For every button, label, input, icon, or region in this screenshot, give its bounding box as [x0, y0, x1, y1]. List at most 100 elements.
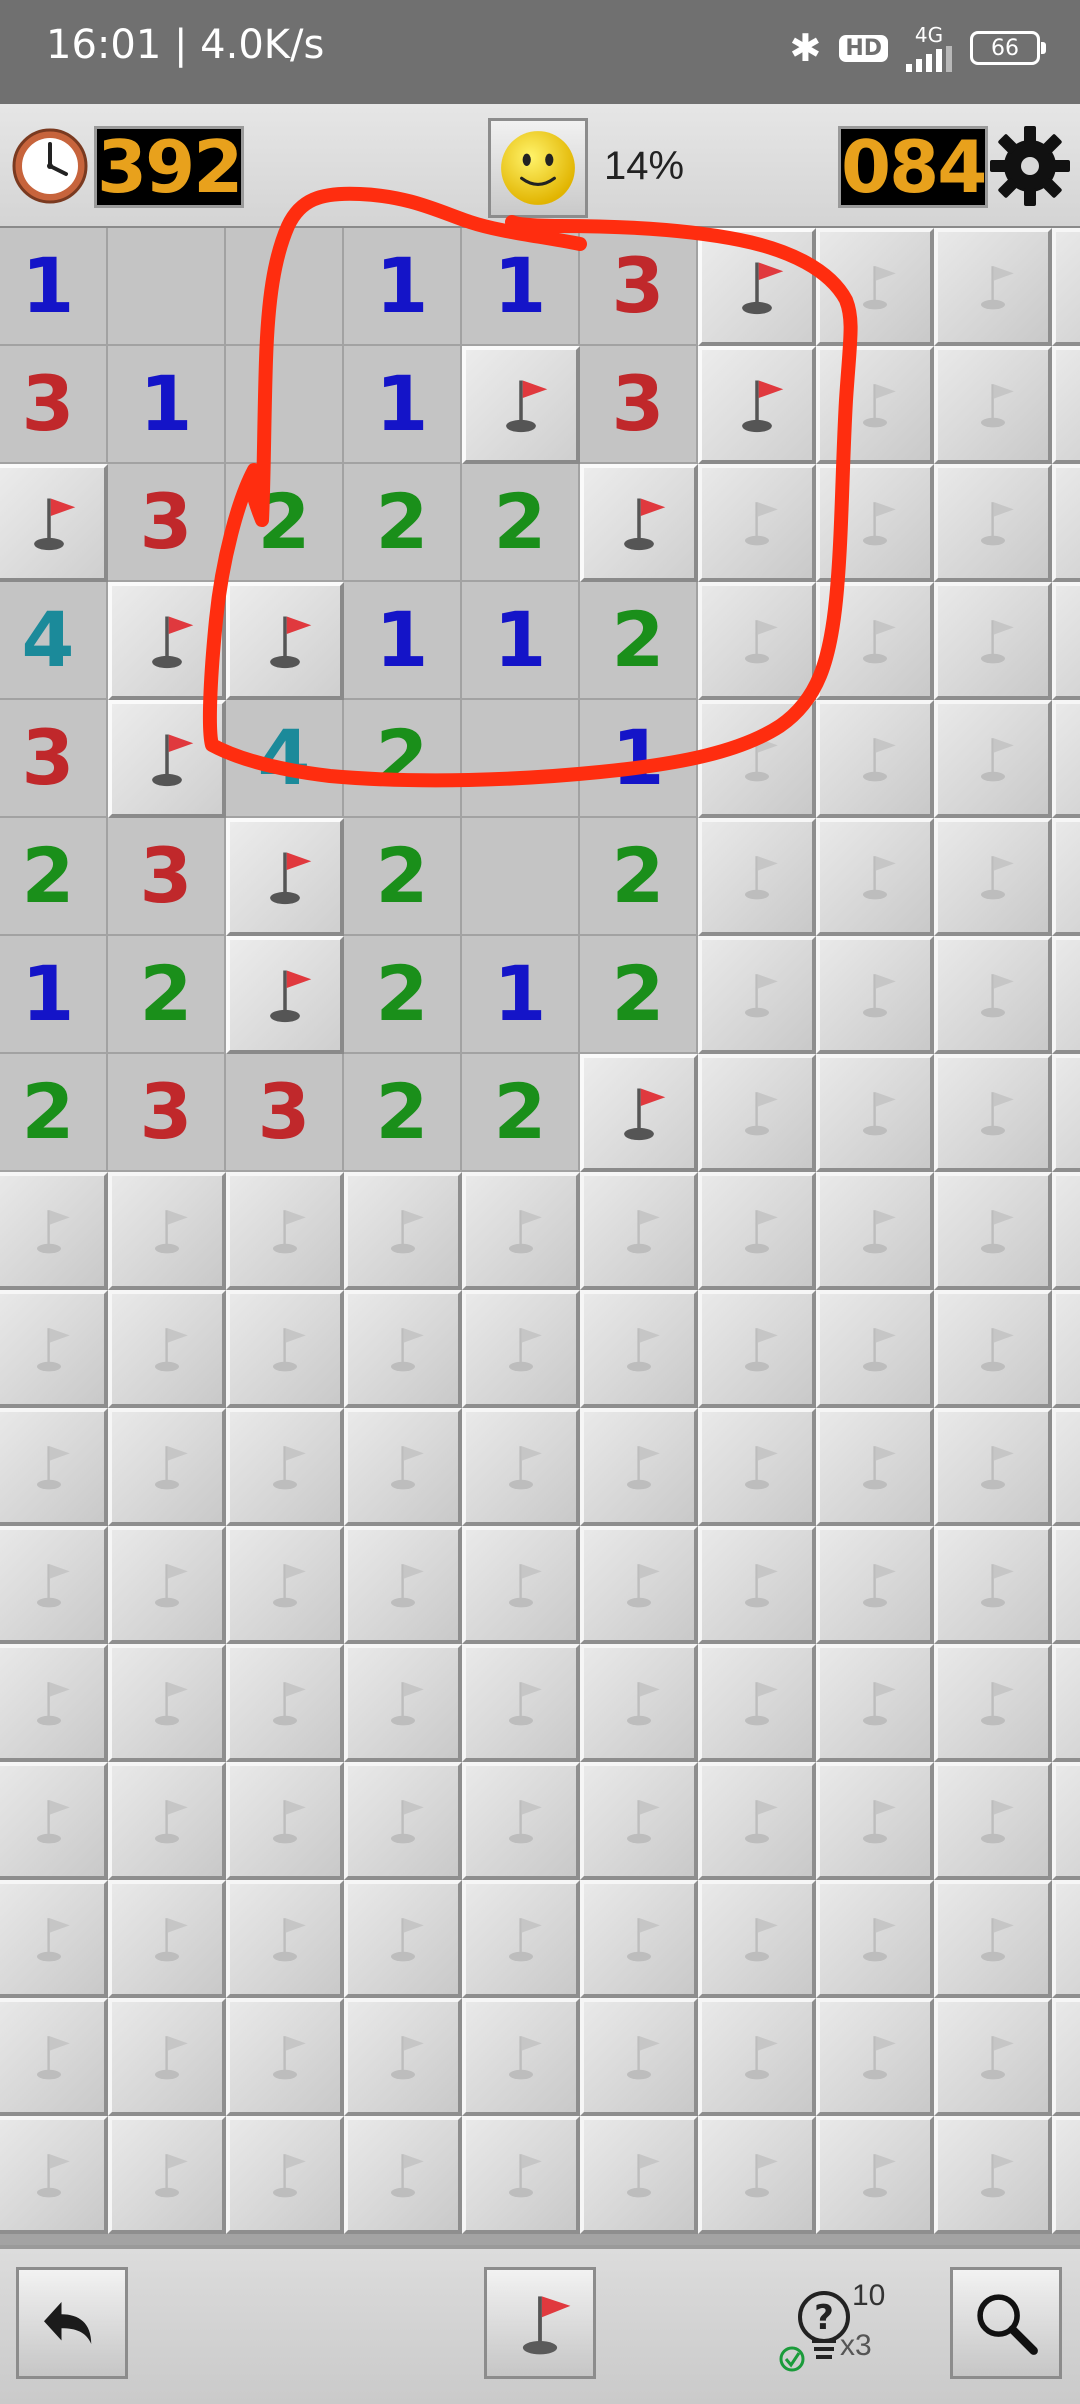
cell-number[interactable]: 3 [580, 346, 698, 464]
cell-unopened[interactable] [934, 1526, 1052, 1644]
cell-empty[interactable] [108, 228, 226, 346]
cell-unopened[interactable] [816, 1408, 934, 1526]
cell-flagged[interactable] [108, 700, 226, 818]
cell-flagged[interactable] [698, 346, 816, 464]
cell-flagged[interactable] [226, 582, 344, 700]
cell-unopened[interactable] [226, 1172, 344, 1290]
cell-unopened[interactable] [108, 2116, 226, 2234]
cell-unopened[interactable] [698, 1880, 816, 1998]
cell-unopened[interactable] [0, 2116, 108, 2234]
cell-unopened[interactable] [698, 1408, 816, 1526]
cell-unopened[interactable] [226, 1880, 344, 1998]
cell-unopened[interactable] [934, 1644, 1052, 1762]
cell-unopened[interactable] [226, 1644, 344, 1762]
cell-number[interactable]: 3 [108, 1054, 226, 1172]
cell-number[interactable]: 1 [462, 936, 580, 1054]
cell-unopened[interactable] [816, 1054, 934, 1172]
cell-unopened[interactable] [934, 1408, 1052, 1526]
search-button[interactable] [950, 2267, 1062, 2379]
cell-number[interactable]: 4 [0, 582, 108, 700]
cell-unopened[interactable] [816, 228, 934, 346]
cell-number[interactable]: 3 [580, 228, 698, 346]
cell-number[interactable]: 2 [344, 936, 462, 1054]
cell-unopened[interactable] [698, 1762, 816, 1880]
cell-number[interactable]: 2 [226, 464, 344, 582]
cell-unopened[interactable] [934, 936, 1052, 1054]
cell-number[interactable]: 3 [0, 700, 108, 818]
cell-unopened[interactable] [698, 700, 816, 818]
cell-unopened[interactable] [462, 1880, 580, 1998]
cell-number[interactable]: 1 [462, 582, 580, 700]
cell-unopened[interactable] [462, 1644, 580, 1762]
cell-number[interactable]: 3 [108, 464, 226, 582]
cell-number[interactable]: 1 [108, 346, 226, 464]
cell-unopened[interactable] [344, 1172, 462, 1290]
cell-unopened[interactable] [108, 1408, 226, 1526]
cell-unopened[interactable] [580, 1408, 698, 1526]
cell-unopened[interactable] [462, 1408, 580, 1526]
cell-unopened[interactable] [816, 1526, 934, 1644]
cell-unopened[interactable] [580, 2116, 698, 2234]
cell-unopened[interactable] [1052, 1880, 1080, 1998]
cell-unopened[interactable] [1052, 346, 1080, 464]
cell-unopened[interactable] [816, 1172, 934, 1290]
cell-number[interactable]: 3 [108, 818, 226, 936]
cell-unopened[interactable] [934, 1998, 1052, 2116]
cell-unopened[interactable] [580, 1762, 698, 1880]
cell-unopened[interactable] [108, 1526, 226, 1644]
cell-flagged[interactable] [580, 464, 698, 582]
cell-unopened[interactable] [698, 936, 816, 1054]
cell-unopened[interactable] [698, 582, 816, 700]
cell-unopened[interactable] [816, 700, 934, 818]
cell-number[interactable]: 4 [226, 700, 344, 818]
cell-number[interactable]: 2 [344, 464, 462, 582]
cell-unopened[interactable] [934, 346, 1052, 464]
cell-unopened[interactable] [698, 818, 816, 936]
cell-unopened[interactable] [816, 464, 934, 582]
cell-unopened[interactable] [462, 1762, 580, 1880]
cell-unopened[interactable] [344, 1644, 462, 1762]
cell-unopened[interactable] [462, 1998, 580, 2116]
cell-unopened[interactable] [344, 1762, 462, 1880]
cell-unopened[interactable] [934, 1290, 1052, 1408]
cell-number[interactable]: 2 [580, 818, 698, 936]
cell-unopened[interactable] [698, 1998, 816, 2116]
cell-unopened[interactable] [108, 1644, 226, 1762]
cell-unopened[interactable] [698, 1172, 816, 1290]
cell-unopened[interactable] [934, 1054, 1052, 1172]
cell-unopened[interactable] [580, 1998, 698, 2116]
cell-number[interactable]: 1 [580, 700, 698, 818]
cell-empty[interactable] [226, 346, 344, 464]
cell-unopened[interactable] [816, 818, 934, 936]
cell-unopened[interactable] [816, 1762, 934, 1880]
cell-unopened[interactable] [344, 1880, 462, 1998]
cell-unopened[interactable] [1052, 1762, 1080, 1880]
cell-unopened[interactable] [226, 2116, 344, 2234]
cell-unopened[interactable] [0, 1172, 108, 1290]
cell-unopened[interactable] [816, 1290, 934, 1408]
cell-unopened[interactable] [580, 1644, 698, 1762]
cell-unopened[interactable] [1052, 1408, 1080, 1526]
cell-unopened[interactable] [108, 1172, 226, 1290]
cell-number[interactable]: 1 [0, 936, 108, 1054]
cell-unopened[interactable] [1052, 936, 1080, 1054]
cell-unopened[interactable] [108, 1762, 226, 1880]
cell-number[interactable]: 2 [0, 818, 108, 936]
cell-unopened[interactable] [1052, 228, 1080, 346]
cell-flagged[interactable] [226, 936, 344, 1054]
cell-unopened[interactable] [698, 1290, 816, 1408]
cell-unopened[interactable] [462, 1172, 580, 1290]
cell-unopened[interactable] [344, 1408, 462, 1526]
cell-flagged[interactable] [462, 346, 580, 464]
cell-unopened[interactable] [1052, 464, 1080, 582]
cell-unopened[interactable] [934, 582, 1052, 700]
cell-unopened[interactable] [1052, 1290, 1080, 1408]
cell-unopened[interactable] [1052, 1172, 1080, 1290]
cell-unopened[interactable] [226, 1762, 344, 1880]
cell-unopened[interactable] [108, 1290, 226, 1408]
cell-unopened[interactable] [816, 1644, 934, 1762]
cell-unopened[interactable] [344, 1526, 462, 1644]
cell-unopened[interactable] [462, 2116, 580, 2234]
cell-number[interactable]: 2 [108, 936, 226, 1054]
cell-number[interactable]: 2 [462, 1054, 580, 1172]
